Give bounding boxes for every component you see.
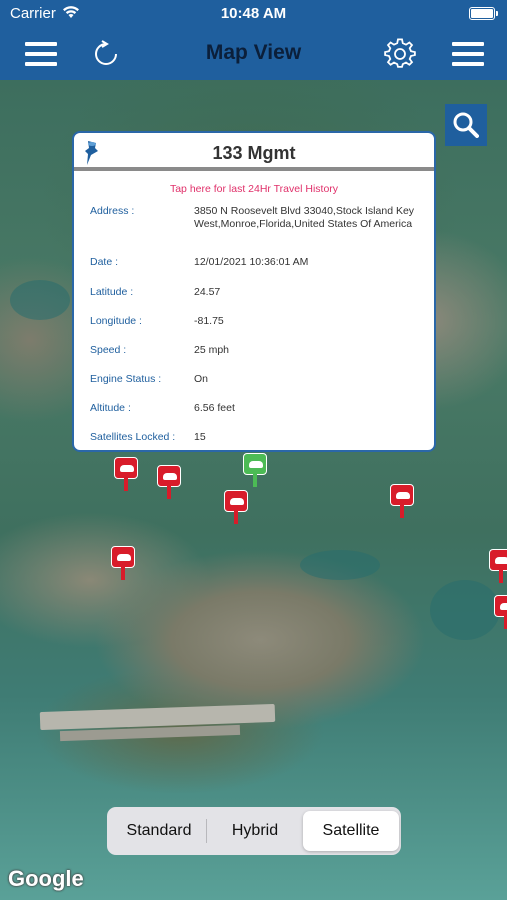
- car-icon: [495, 557, 507, 564]
- map-water: [430, 580, 500, 640]
- map-type-standard[interactable]: Standard: [111, 811, 207, 851]
- info-label: Satellites Locked :: [90, 431, 176, 443]
- status-time: 10:48 AM: [220, 5, 287, 22]
- map-runway: [39, 703, 276, 731]
- popup-header: 133 Mgmt: [74, 133, 434, 171]
- vehicle-marker[interactable]: [157, 465, 181, 499]
- info-value: On: [194, 373, 209, 385]
- search-icon: [453, 112, 479, 138]
- car-icon: [163, 473, 177, 480]
- car-icon: [230, 498, 244, 505]
- menu-right-button[interactable]: [448, 34, 488, 74]
- info-value: 24.57: [194, 286, 221, 298]
- car-icon: [117, 554, 131, 561]
- map-type-satellite[interactable]: Satellite: [303, 811, 399, 851]
- car-icon: [120, 465, 134, 472]
- map-water: [10, 280, 70, 320]
- info-label: Speed :: [90, 344, 127, 356]
- vehicle-marker[interactable]: [114, 457, 138, 491]
- info-label: Address :: [90, 205, 135, 217]
- map-water: [300, 550, 380, 580]
- info-label: Date :: [90, 256, 119, 268]
- info-value: 3850 N Roosevelt Blvd 33040,Stock Island…: [194, 205, 415, 230]
- popup-title: 133 Mgmt: [212, 143, 296, 163]
- info-value: 15: [194, 431, 206, 443]
- vehicle-marker-selected[interactable]: [243, 453, 267, 487]
- info-label: Engine Status :: [90, 373, 162, 385]
- vehicle-marker[interactable]: [224, 490, 248, 524]
- vehicle-marker[interactable]: [494, 595, 507, 629]
- gear-icon: [384, 38, 416, 68]
- info-value: 12/01/2021 10:36:01 AM: [194, 256, 309, 268]
- map-type-hybrid[interactable]: Hybrid: [207, 811, 303, 851]
- info-value: 25 mph: [194, 344, 230, 356]
- vehicle-marker[interactable]: [489, 549, 507, 583]
- settings-button[interactable]: [380, 34, 420, 74]
- info-label: Altitude :: [90, 402, 131, 414]
- nav-bar: Map View: [0, 28, 507, 80]
- info-label: Latitude :: [90, 286, 134, 298]
- status-bar: Carrier 10:48 AM: [0, 0, 507, 28]
- car-icon: [500, 603, 507, 610]
- google-logo: Google: [8, 866, 84, 891]
- vehicle-marker[interactable]: [111, 546, 135, 580]
- search-button[interactable]: [445, 104, 487, 146]
- map-type-selector: Standard Hybrid Satellite: [107, 807, 401, 855]
- car-icon: [396, 492, 410, 499]
- vehicle-info-popup[interactable]: 133 Mgmt Tap here for last 24Hr Travel H…: [72, 131, 436, 452]
- travel-history-link[interactable]: Tap here for last 24Hr Travel History: [74, 183, 434, 195]
- hamburger-menu-icon: [452, 42, 484, 66]
- car-icon: [249, 461, 263, 468]
- info-value: 6.56 feet: [194, 402, 235, 414]
- battery-icon: [469, 7, 498, 20]
- vehicle-marker[interactable]: [390, 484, 414, 518]
- page-title: Map View: [205, 41, 302, 64]
- info-label: Longitude :: [90, 315, 142, 327]
- info-value: -81.75: [194, 315, 224, 327]
